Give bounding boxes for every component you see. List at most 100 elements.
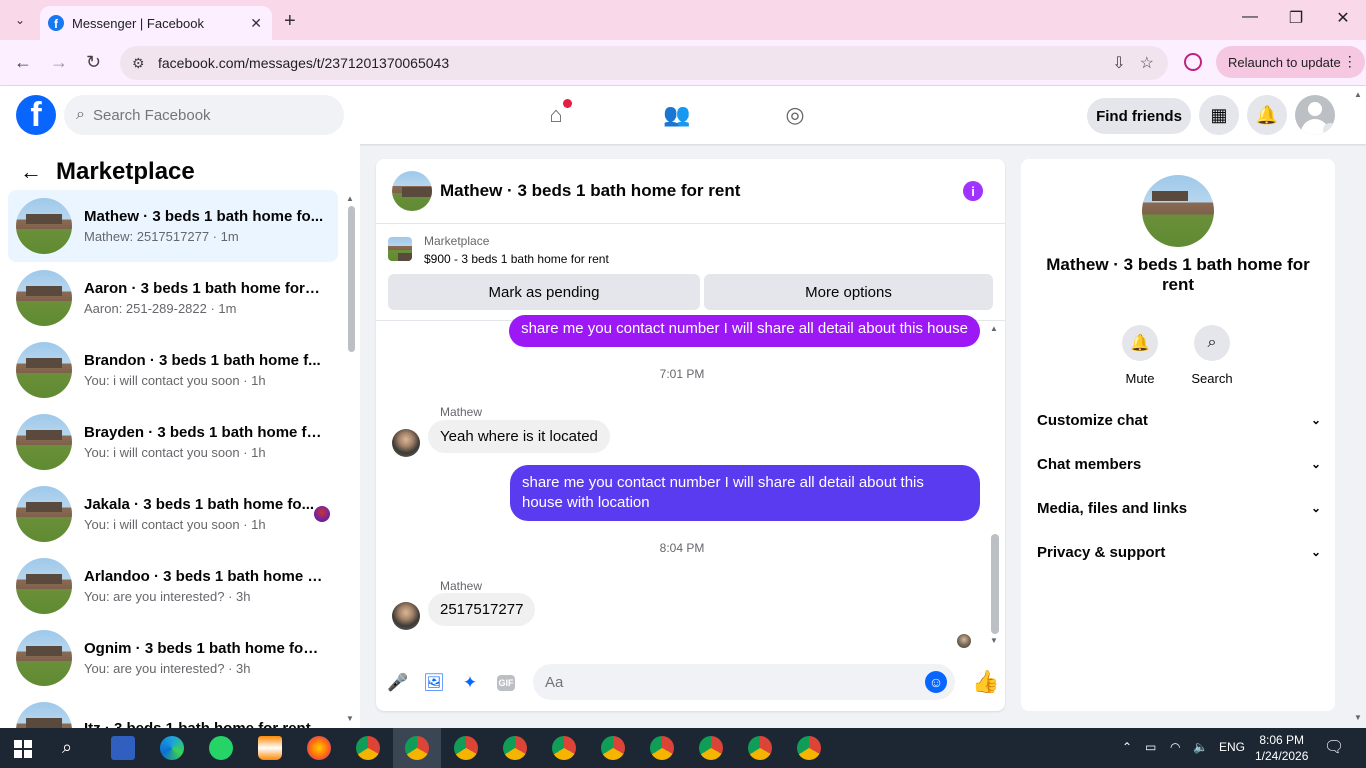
- browser-tab-messenger[interactable]: f Messenger | Facebook ✕: [40, 6, 272, 40]
- new-tab-icon[interactable]: +: [284, 10, 296, 33]
- tray-overflow-icon[interactable]: ⌃: [1122, 740, 1132, 754]
- scroll-up-icon[interactable]: ▲: [346, 194, 354, 203]
- listing-photo[interactable]: [1142, 175, 1214, 247]
- vlc-icon[interactable]: [258, 736, 282, 760]
- chat-scrollbar[interactable]: ▲ ▼: [990, 324, 1000, 649]
- sender-avatar[interactable]: [392, 429, 420, 457]
- wifi-icon[interactable]: ◠: [1170, 740, 1180, 754]
- facebook-search[interactable]: ⌕: [64, 95, 344, 135]
- chat-title[interactable]: Mathew · 3 beds 1 bath home for rent: [440, 181, 740, 201]
- conversation-item[interactable]: Jakala · 3 beds 1 bath home fo... You: i…: [8, 478, 338, 550]
- chrome-icon[interactable]: [356, 736, 380, 760]
- save-app-icon[interactable]: [111, 736, 135, 760]
- conversation-item[interactable]: Arlandoo · 3 beds 1 bath home f... You: …: [8, 550, 338, 622]
- customize-chat-section[interactable]: Customize chat ⌄: [1037, 398, 1321, 442]
- notifications-bell-icon[interactable]: 🔔: [1247, 95, 1287, 135]
- account-avatar[interactable]: ⌄: [1295, 95, 1335, 135]
- chrome-icon[interactable]: [797, 736, 821, 760]
- microphone-icon[interactable]: 🎤: [387, 672, 409, 694]
- incoming-message[interactable]: 2517517277: [428, 593, 536, 626]
- taskbar-search-icon[interactable]: ⌕: [62, 737, 72, 758]
- search-in-chat-button[interactable]: ⌕ Search: [1182, 325, 1242, 386]
- page-scroll-down-icon[interactable]: ▼: [1354, 713, 1362, 722]
- bookmark-star-icon[interactable]: ☆: [1140, 53, 1154, 73]
- listing-price[interactable]: $900 - 3 beds 1 bath home for rent: [424, 252, 609, 266]
- back-arrow-icon[interactable]: ←: [20, 159, 42, 185]
- conversation-item[interactable]: Mathew · 3 beds 1 bath home fo... Mathew…: [8, 190, 338, 262]
- url-text[interactable]: facebook.com/messages/t/2371201370065043: [158, 55, 1112, 71]
- sticker-icon[interactable]: ✦: [459, 672, 481, 694]
- chrome-icon[interactable]: [454, 736, 478, 760]
- tab-search-dropdown-icon[interactable]: ⌄: [10, 10, 30, 30]
- privacy-support-section[interactable]: Privacy & support ⌄: [1037, 530, 1321, 574]
- windows-start-icon[interactable]: [14, 740, 32, 758]
- message-input-box[interactable]: ☺: [533, 664, 955, 700]
- minimize-icon[interactable]: —: [1240, 8, 1260, 26]
- notification-center-icon[interactable]: 🗨: [1324, 737, 1344, 757]
- mark-as-pending-button[interactable]: Mark as pending: [388, 274, 700, 310]
- firefox-icon[interactable]: [307, 736, 331, 760]
- address-bar[interactable]: ⚙ facebook.com/messages/t/23712013700650…: [120, 46, 1168, 80]
- conversation-item[interactable]: Aaron · 3 beds 1 bath home for r... Aaro…: [8, 262, 338, 334]
- emoji-icon[interactable]: ☺: [925, 671, 947, 693]
- scrollbar-thumb[interactable]: [991, 534, 999, 634]
- install-app-icon[interactable]: ⇩: [1112, 53, 1125, 73]
- chrome-icon[interactable]: [552, 736, 576, 760]
- groups-icon[interactable]: ◎: [782, 102, 808, 128]
- chrome-icon[interactable]: [699, 736, 723, 760]
- conversation-item[interactable]: Itz · 3 beds 1 bath home for rent: [8, 694, 338, 728]
- thumbs-up-icon[interactable]: 👍: [972, 669, 999, 695]
- language-indicator[interactable]: ENG: [1219, 740, 1245, 754]
- page-scroll-up-icon[interactable]: ▲: [1354, 90, 1362, 99]
- mute-button[interactable]: 🔔 Mute: [1110, 325, 1170, 386]
- chrome-icon[interactable]: [503, 736, 527, 760]
- chrome-icon[interactable]: [601, 736, 625, 760]
- reload-icon[interactable]: ↻: [86, 52, 101, 73]
- scrollbar-thumb[interactable]: [348, 206, 355, 352]
- chrome-icon[interactable]: [748, 736, 772, 760]
- sender-avatar[interactable]: [392, 602, 420, 630]
- incoming-message[interactable]: Yeah where is it located: [428, 420, 610, 453]
- edge-icon[interactable]: [160, 736, 184, 760]
- conversation-item[interactable]: Brayden · 3 beds 1 bath home fo... You: …: [8, 406, 338, 478]
- outgoing-message[interactable]: share me you contact number I will share…: [509, 315, 980, 347]
- chat-members-section[interactable]: Chat members ⌄: [1037, 442, 1321, 486]
- conversation-item[interactable]: Ognim · 3 beds 1 bath home for ... You: …: [8, 622, 338, 694]
- menu-grid-icon[interactable]: ▦: [1199, 95, 1239, 135]
- battery-icon[interactable]: ▭: [1145, 740, 1156, 754]
- chrome-icon[interactable]: [650, 736, 674, 760]
- photo-icon[interactable]: 🖼: [423, 672, 445, 694]
- volume-icon[interactable]: 🔈: [1193, 740, 1208, 754]
- search-icon: ⌕: [1194, 325, 1230, 361]
- chat-thumbnail[interactable]: [392, 171, 432, 211]
- gif-icon[interactable]: GIF: [497, 675, 515, 691]
- browser-profile-icon[interactable]: [1184, 53, 1202, 71]
- listing-thumbnail[interactable]: [388, 237, 412, 261]
- scroll-down-icon[interactable]: ▼: [346, 714, 354, 723]
- site-info-icon[interactable]: ⚙: [132, 55, 152, 72]
- conversation-item[interactable]: Brandon · 3 beds 1 bath home f... You: i…: [8, 334, 338, 406]
- whatsapp-icon[interactable]: [209, 736, 233, 760]
- restore-icon[interactable]: ❐: [1286, 8, 1306, 28]
- facebook-logo-icon[interactable]: f: [16, 95, 56, 135]
- media-files-links-section[interactable]: Media, files and links ⌄: [1037, 486, 1321, 530]
- info-icon[interactable]: i: [963, 181, 983, 201]
- scroll-up-icon[interactable]: ▲: [990, 324, 998, 333]
- outgoing-message[interactable]: share me you contact number I will share…: [510, 465, 980, 521]
- more-options-button[interactable]: More options: [704, 274, 993, 310]
- chrome-icon[interactable]: [405, 736, 429, 760]
- back-icon[interactable]: ←: [14, 52, 32, 73]
- close-tab-icon[interactable]: ✕: [250, 15, 262, 32]
- message-input[interactable]: [545, 673, 905, 691]
- find-friends-button[interactable]: Find friends: [1087, 98, 1191, 134]
- browser-menu-icon[interactable]: ⋮: [1343, 53, 1357, 70]
- relaunch-button[interactable]: Relaunch to update ⋮: [1216, 46, 1365, 78]
- close-window-icon[interactable]: ✕: [1333, 8, 1353, 28]
- facebook-search-input[interactable]: [92, 106, 313, 124]
- sidebar-scrollbar[interactable]: ▲ ▼: [346, 194, 355, 724]
- scroll-down-icon[interactable]: ▼: [990, 636, 998, 645]
- taskbar-clock[interactable]: 8:06 PM 1/24/2026: [1255, 732, 1308, 764]
- clock-date: 1/24/2026: [1255, 749, 1309, 763]
- forward-icon[interactable]: →: [50, 52, 68, 73]
- friends-icon[interactable]: 👥: [663, 102, 690, 128]
